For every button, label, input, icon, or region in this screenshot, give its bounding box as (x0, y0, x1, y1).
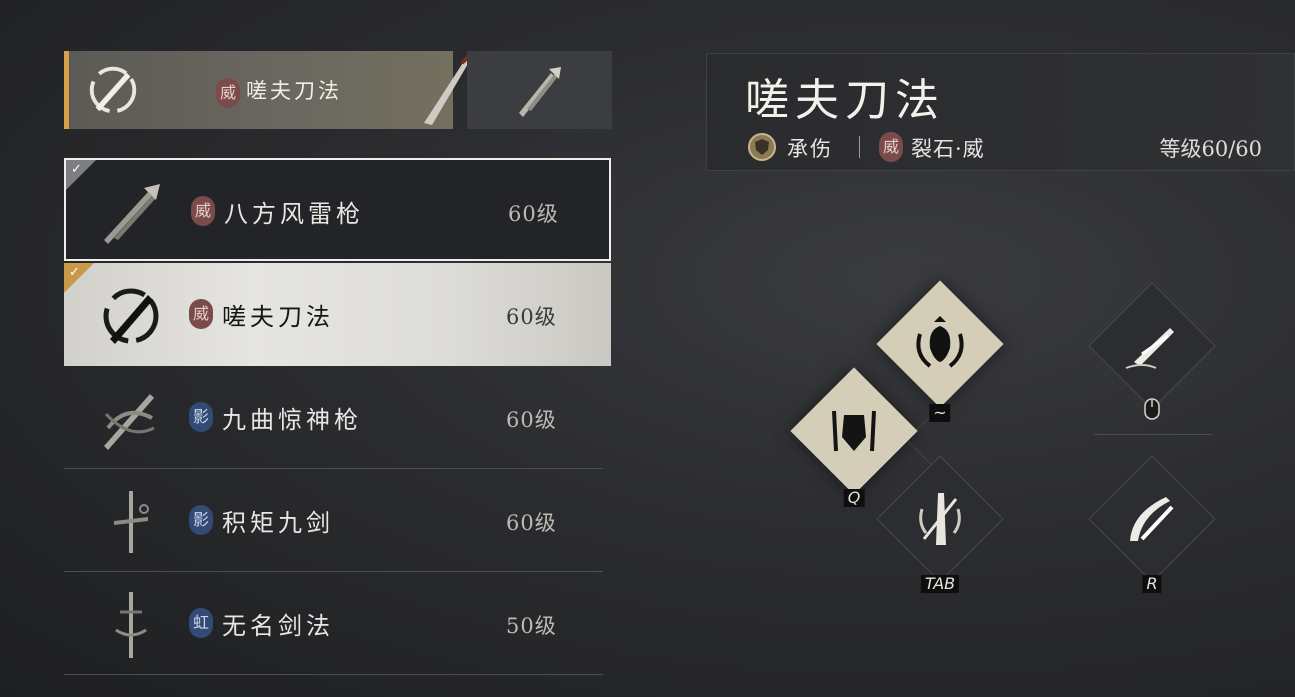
weapon-list-item[interactable]: 影 积矩九剑 60级 (64, 469, 611, 572)
weapon-seal-badge: 影 (189, 505, 213, 535)
skill-slot-r[interactable]: R (1088, 455, 1216, 593)
weapon-level: 50级 (506, 614, 557, 638)
weapon-list-item[interactable]: ✓ 威 八方风雷枪 60级 (64, 158, 611, 261)
sweeping-slash-icon (1130, 497, 1174, 541)
blade-circle-icon (103, 288, 159, 344)
weapon-name: 积矩九剑 (222, 509, 334, 537)
weapon-list-item[interactable]: 影 九曲惊神枪 60级 (64, 366, 611, 469)
spear-triple-icon (104, 184, 160, 244)
equipped-accent-bar (64, 51, 69, 129)
detail-level: 等级60/60 (1159, 137, 1262, 161)
weapon-seal-badge: 虹 (189, 608, 213, 638)
weapon-name: 九曲惊神枪 (222, 406, 362, 434)
weapon-screen: 威 嗟夫刀法 ✓ 威 八方风雷枪 60级 ✓ 威 嗟夫刀法 60级 影 九曲惊神… (0, 0, 1295, 697)
weapon-level: 60级 (506, 408, 557, 432)
detail-title: 嗟夫刀法 (745, 75, 945, 126)
equipped-seal-badge: 威 (216, 78, 240, 108)
weapon-name: 八方风雷枪 (224, 200, 364, 228)
skill-key-label: ~ (929, 404, 951, 422)
sword-hilt-icon (115, 592, 147, 658)
detail-role: 承伤 (787, 137, 833, 161)
spear-triple-icon (519, 67, 561, 117)
spear-swirl-icon (104, 394, 155, 450)
skill-key-label: Q (843, 489, 865, 507)
check-icon: ✓ (71, 162, 82, 177)
weapon-name: 嗟夫刀法 (222, 303, 334, 331)
weapon-seal-badge: 影 (189, 402, 213, 432)
weapon-name: 无名剑法 (222, 612, 334, 640)
weapon-detail-panel: 嗟夫刀法 承伤 威 裂石·威 等级60/60 (706, 53, 1295, 171)
weapon-level: 60级 (508, 202, 559, 226)
warrior-slash-icon (919, 493, 961, 545)
mouse-icon (1144, 398, 1160, 420)
detail-separator (859, 136, 860, 158)
list-divider (64, 674, 603, 675)
equipped-weapon-name: 嗟夫刀法 (246, 79, 342, 103)
shield-role-icon (748, 133, 776, 161)
blade-slash-icon (1125, 328, 1174, 369)
equipped-weapon-slot[interactable]: 威 嗟夫刀法 (64, 51, 474, 129)
skill-key-label: TAB (920, 575, 960, 593)
skill-slot-tab[interactable]: TAB (876, 455, 1004, 593)
weapon-seal-badge: 威 (191, 196, 215, 226)
detail-seal-badge: 威 (879, 132, 903, 162)
secondary-weapon-slot[interactable] (467, 51, 612, 129)
sword-cross-icon (114, 491, 149, 553)
skill-slot-mouse[interactable] (1088, 282, 1216, 420)
blade-circle-icon (89, 66, 137, 114)
detail-seal-text: 裂石·威 (911, 137, 985, 161)
weapon-list-item[interactable]: ✓ 威 嗟夫刀法 60级 (64, 263, 611, 366)
skill-key-label: R (1142, 575, 1162, 593)
weapon-list-item[interactable]: 虹 无名剑法 50级 (64, 572, 611, 675)
check-icon: ✓ (69, 265, 80, 280)
weapon-level: 60级 (506, 305, 557, 329)
skill-divider (1094, 434, 1212, 435)
weapon-level: 60级 (506, 511, 557, 535)
weapon-seal-badge: 威 (189, 299, 213, 329)
